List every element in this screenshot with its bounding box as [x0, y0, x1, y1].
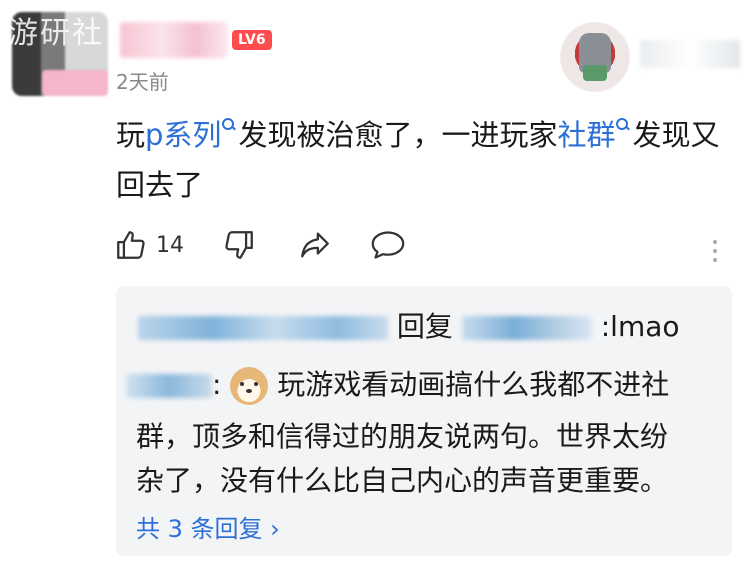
comment-button[interactable]: [370, 228, 406, 262]
like-button[interactable]: 14: [114, 228, 184, 262]
comment-text-part: 发现被治愈了，一进玩家: [238, 118, 558, 152]
dislike-icon: [225, 231, 253, 259]
reply-text-line: 杂了，没有什么比自己内心的声音更重要。: [136, 464, 669, 497]
watermark: 游研社: [8, 16, 104, 51]
search-icon: [616, 118, 630, 132]
level-badge: LV6: [232, 30, 272, 50]
reply-label: 回复: [396, 310, 453, 343]
reply-author-blurred[interactable]: [126, 374, 212, 398]
like-icon: [117, 231, 145, 259]
comment-text: 玩p系列 发现被治愈了，一进玩家社群 发现又回去了: [116, 110, 736, 210]
reply-header: 回复 :lmao: [138, 304, 680, 350]
comment-actions: 14: [112, 228, 732, 268]
comment-icon: [371, 231, 405, 259]
dislike-button[interactable]: [222, 228, 256, 262]
reply-header-text: :lmao: [600, 310, 680, 343]
comment-text-part: 玩: [116, 118, 146, 152]
share-button[interactable]: [298, 228, 332, 262]
topic-link[interactable]: 社群: [557, 118, 615, 152]
like-count: 14: [156, 232, 184, 258]
reply-target-blurred[interactable]: [461, 316, 592, 340]
reply-body-line: : 玩游戏看动画搞什么我都不进社: [126, 362, 669, 408]
more-icon[interactable]: [712, 236, 718, 264]
reply-box: 回复 :lmao : 玩游戏看动画搞什么我都不进社 群，顶多和信得过的朋友说两句…: [116, 286, 732, 556]
op-avatar[interactable]: [560, 22, 630, 92]
timestamp: 2天前: [116, 70, 169, 94]
reply-author-blurred[interactable]: [138, 316, 388, 340]
username-blurred[interactable]: [120, 22, 228, 58]
op-name-blurred: [640, 40, 740, 68]
search-icon: [222, 118, 236, 132]
topic-link[interactable]: p系列: [145, 118, 221, 152]
share-icon: [301, 232, 329, 258]
reply-text-line: 群，顶多和信得过的朋友说两句。世界太纷: [136, 420, 669, 453]
more-replies-link[interactable]: 共 3 条回复 ›: [136, 512, 280, 546]
reply-text-line: 玩游戏看动画搞什么我都不进社: [277, 368, 670, 401]
reply-colon: :: [212, 368, 222, 401]
shiba-emoji-icon: [230, 367, 269, 405]
